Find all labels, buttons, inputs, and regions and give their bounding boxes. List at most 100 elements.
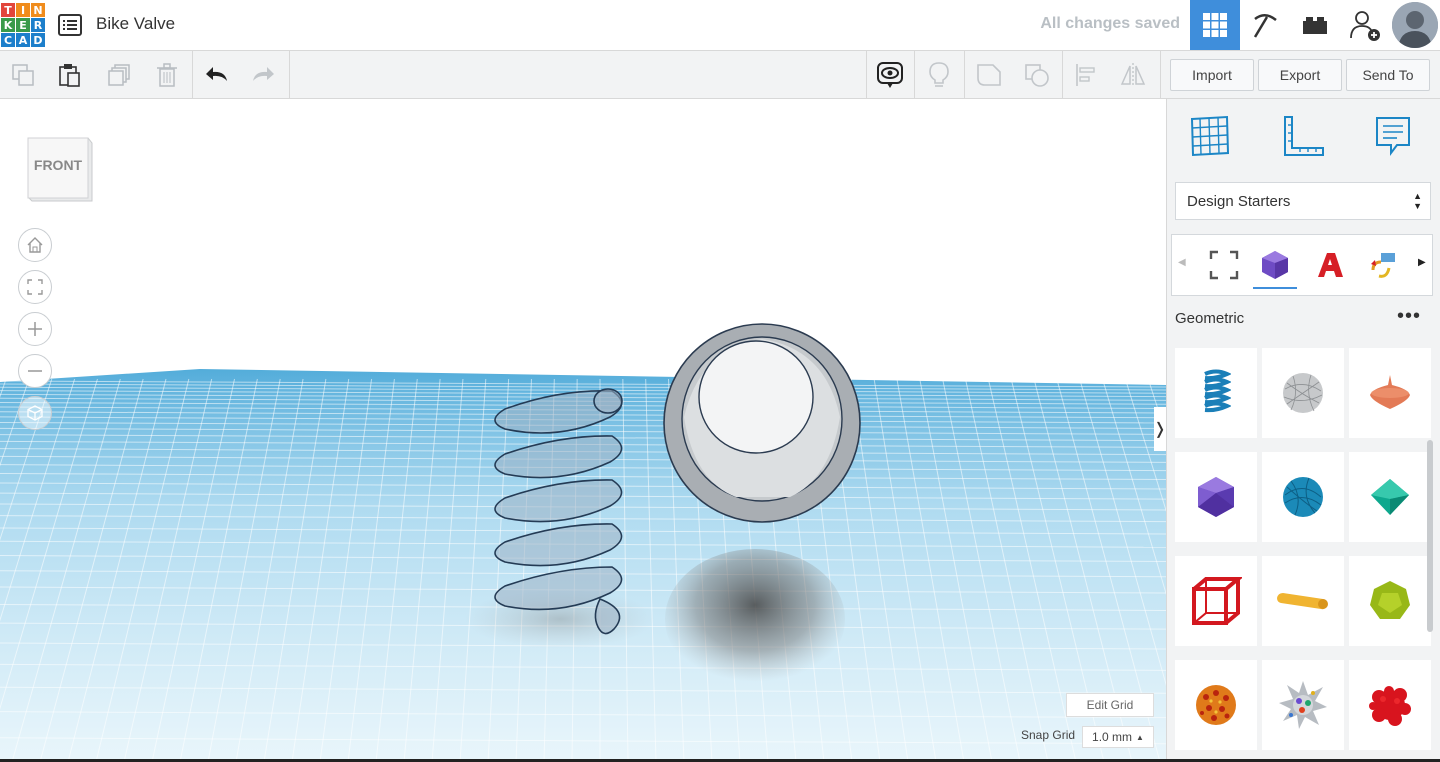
ungroup-button[interactable]	[1014, 51, 1060, 98]
zoom-in-button[interactable]	[18, 312, 52, 346]
shape-tile-dotted-sphere[interactable]	[1175, 660, 1257, 750]
notes-tool-button[interactable]	[1371, 113, 1417, 159]
polyhedron-icon	[1262, 251, 1288, 279]
workplane-tool-button[interactable]	[1187, 113, 1233, 159]
snap-grid-select[interactable]: 1.0 mm ▲	[1082, 726, 1154, 748]
snap-grid-label: Snap Grid	[1021, 728, 1076, 742]
user-avatar[interactable]	[1392, 2, 1438, 48]
import-button[interactable]: Import	[1170, 59, 1254, 91]
grid-icon	[1203, 13, 1227, 37]
undo-icon	[206, 66, 227, 81]
panel-scrollbar[interactable]	[1427, 440, 1433, 632]
lightbulb-icon	[929, 61, 949, 87]
wire-cube-icon	[1192, 577, 1242, 625]
align-icon	[1076, 63, 1095, 86]
invite-user-button[interactable]	[1340, 0, 1390, 50]
paste-button[interactable]	[46, 51, 92, 98]
note-icon	[1376, 117, 1410, 156]
shape-tile-yarn-ball[interactable]	[1262, 452, 1344, 542]
logo-letter: D	[31, 33, 45, 47]
mirror-button[interactable]	[1110, 51, 1156, 98]
toolbar-divider	[964, 51, 965, 98]
logo-letter: C	[1, 33, 15, 47]
toolbar-divider	[1160, 51, 1161, 98]
valve-cup-shape[interactable]	[663, 323, 861, 523]
shape-tile-dodecahedron[interactable]	[1349, 556, 1431, 646]
bumpy-blob-icon	[1369, 686, 1411, 726]
ruler-icon	[1284, 116, 1324, 156]
chevron-left-icon[interactable]: ◀	[1178, 257, 1186, 268]
redo-button[interactable]	[240, 51, 286, 98]
home-icon	[27, 237, 43, 253]
plus-icon	[28, 322, 42, 336]
collapse-panel-button[interactable]: ❭	[1153, 407, 1166, 451]
shape-tile-octahedron[interactable]	[1349, 452, 1431, 542]
tab-connectors[interactable]	[1362, 243, 1406, 287]
shape-tile-wire-cube[interactable]	[1175, 556, 1257, 646]
letter-a-icon	[1318, 253, 1343, 277]
shape-tile-spiky-ball[interactable]	[1262, 660, 1344, 750]
spring-icon	[1204, 369, 1231, 413]
zoom-out-button[interactable]	[18, 354, 52, 388]
capsule-icon	[1277, 593, 1328, 610]
home-view-button[interactable]	[18, 228, 52, 262]
show-all-button[interactable]	[867, 51, 913, 98]
design-list-icon[interactable]	[57, 12, 83, 38]
duplicate-icon	[108, 63, 130, 86]
workplane-viewport[interactable]: FRONT ❭ Edit Grid Snap Grid 1.0 mm ▲	[0, 99, 1166, 762]
dashed-frame-icon	[1209, 250, 1239, 280]
hint-button[interactable]	[916, 51, 962, 98]
fit-view-button[interactable]	[18, 270, 52, 304]
shape-tile-spinning-top[interactable]	[1349, 348, 1431, 438]
ruler-tool-button[interactable]	[1281, 113, 1327, 159]
bricks-view-button[interactable]	[1290, 0, 1340, 50]
workplane-grid[interactable]	[0, 99, 1166, 762]
undo-button[interactable]	[194, 51, 240, 98]
shape-tile-bumpy-blob[interactable]	[1349, 660, 1431, 750]
shape-library-select[interactable]: Design Starters ▲ ▼	[1175, 182, 1431, 220]
category-tabs: ◀ ▶	[1171, 234, 1433, 296]
yarn-ball-icon	[1283, 477, 1323, 517]
blocks-view-button[interactable]	[1240, 0, 1290, 50]
shape-tile-capsule[interactable]	[1262, 556, 1344, 646]
toolbar-divider	[914, 51, 915, 98]
design-title[interactable]: Bike Valve	[96, 14, 175, 34]
shape-library-value: Design Starters	[1187, 192, 1291, 210]
group-button[interactable]	[966, 51, 1012, 98]
shapes-panel: Design Starters ▲ ▼ ◀ ▶ Geometric •••	[1166, 99, 1440, 762]
more-options-button[interactable]: •••	[1397, 305, 1421, 328]
logo-letter: T	[1, 3, 15, 17]
add-user-icon	[1350, 11, 1380, 41]
edit-grid-button[interactable]: Edit Grid	[1066, 693, 1154, 717]
redo-icon	[253, 66, 274, 81]
duplicate-button[interactable]	[96, 51, 142, 98]
pickaxe-icon	[1253, 14, 1277, 38]
connectors-icon	[1371, 253, 1395, 278]
shape-tile-spring[interactable]	[1175, 348, 1257, 438]
tab-geometric[interactable]	[1253, 243, 1297, 289]
delete-button[interactable]	[144, 51, 190, 98]
chevron-right-icon[interactable]: ▶	[1418, 257, 1426, 268]
view-3d-design-button[interactable]	[1190, 0, 1240, 50]
eye-bubble-icon	[877, 61, 903, 88]
trash-icon	[157, 62, 177, 87]
category-title: Geometric	[1175, 310, 1245, 327]
shape-tile-sphere-scribble[interactable]	[1262, 348, 1344, 438]
group-icon	[977, 63, 1001, 86]
send-to-button[interactable]: Send To	[1346, 59, 1430, 91]
shape-tile-icosahedron[interactable]	[1175, 452, 1257, 542]
spiky-ball-icon	[1279, 681, 1327, 729]
logo-letter: A	[16, 33, 30, 47]
copy-icon	[12, 63, 34, 86]
align-button[interactable]	[1063, 51, 1109, 98]
octahedron-icon	[1371, 479, 1409, 515]
perspective-button[interactable]	[18, 396, 52, 430]
export-button[interactable]: Export	[1258, 59, 1342, 91]
copy-button[interactable]	[0, 51, 46, 98]
view-cube[interactable]: FRONT	[26, 135, 94, 203]
view-cube-front-label: FRONT	[33, 157, 83, 173]
select-arrows-icon: ▲ ▼	[1413, 191, 1422, 211]
tab-text[interactable]	[1308, 243, 1352, 287]
tab-featured[interactable]	[1202, 243, 1246, 287]
tinkercad-logo[interactable]: T I N K E R C A D	[0, 3, 47, 47]
